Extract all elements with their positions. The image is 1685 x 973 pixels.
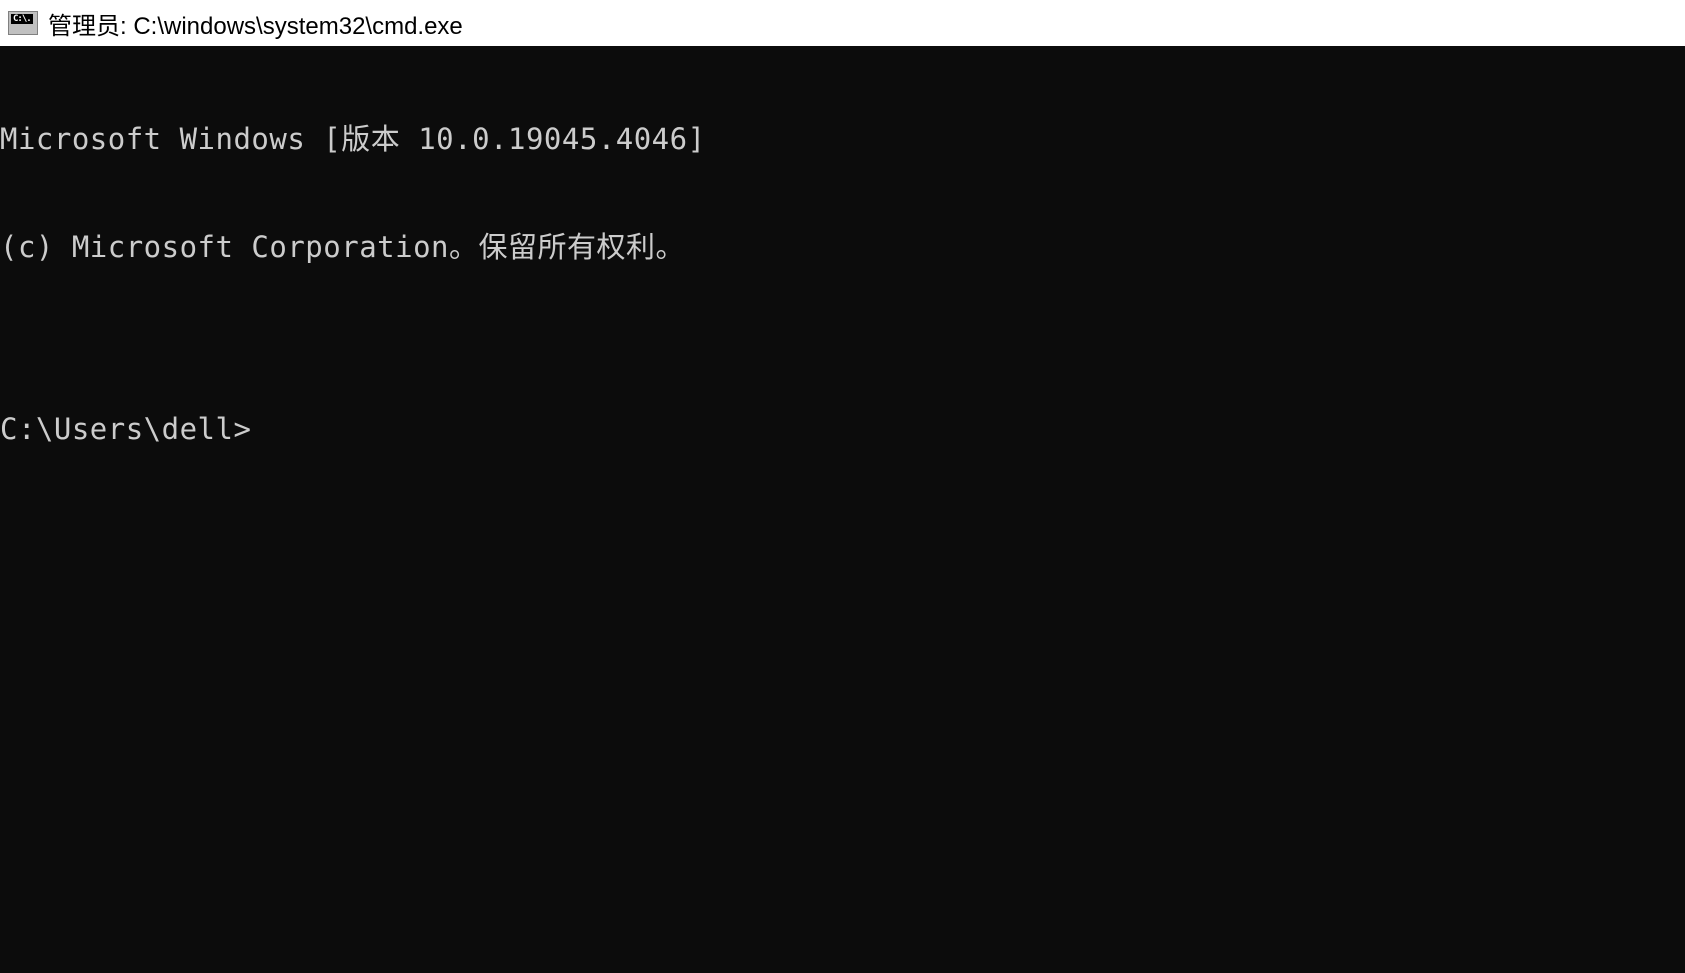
prompt-text: C:\Users\dell> [0, 411, 251, 447]
terminal-area[interactable]: Microsoft Windows [版本 10.0.19045.4046] (… [0, 46, 1685, 973]
command-input[interactable] [251, 412, 1685, 446]
cmd-icon [8, 11, 38, 35]
title-bar[interactable]: 管理员: C:\windows\system32\cmd.exe [0, 0, 1685, 46]
window-title: 管理员: C:\windows\system32\cmd.exe [48, 6, 463, 41]
terminal-output-line: Microsoft Windows [版本 10.0.19045.4046] [0, 121, 1685, 157]
prompt-line: C:\Users\dell> [0, 411, 1685, 447]
terminal-output-line: (c) Microsoft Corporation。保留所有权利。 [0, 229, 1685, 265]
